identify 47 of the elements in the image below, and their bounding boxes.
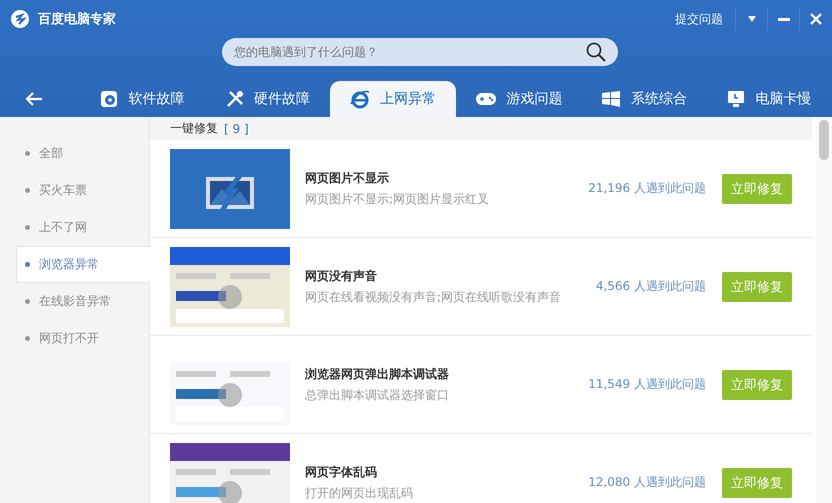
affected-count: 21,196 人遇到此问题	[588, 180, 706, 197]
category-tab[interactable]: 软件故障	[80, 81, 206, 117]
feedback-link[interactable]: 提交问题	[663, 8, 736, 30]
scrollbar[interactable]	[816, 117, 832, 503]
scrollbar-thumb[interactable]	[819, 120, 829, 160]
category-tab[interactable]: 系统综合	[581, 81, 707, 117]
sidebar-item[interactable]: 上不了网	[0, 209, 149, 246]
fix-button[interactable]: 立即修复	[722, 272, 792, 302]
monitor-icon	[727, 90, 746, 108]
close-icon	[810, 13, 822, 25]
sidebar-item[interactable]: 网页打不开	[0, 320, 149, 357]
item-description: 总弹出脚本调试器选择窗口	[305, 386, 450, 404]
back-arrow-icon	[25, 92, 43, 106]
item-description: 网页在线看视频没有声音;网页在线听歌没有声音	[305, 288, 562, 306]
caret-icon	[746, 16, 756, 22]
affected-count: 4,566 人遇到此问题	[596, 278, 706, 295]
category-tab[interactable]: 上网异常	[330, 81, 456, 117]
browser-icon	[350, 89, 370, 109]
sidebar-item[interactable]: 在线影音异常	[0, 283, 149, 320]
item-title: 网页字体乱码	[305, 464, 378, 480]
item-title: 浏览器网页弹出脚本调试器	[305, 366, 450, 382]
affected-count: 11,549 人遇到此问题	[588, 376, 706, 393]
category-tab[interactable]: 硬件故障	[205, 81, 330, 117]
windows-logo-icon	[600, 90, 621, 108]
category-tab[interactable]: 游戏问题	[456, 81, 582, 117]
search-icon	[586, 42, 606, 62]
search-field[interactable]: 您的电脑遇到了什么问题？	[222, 38, 618, 66]
item-count: [ 9 ]	[224, 122, 249, 136]
item-description: 打开的网页出现乱码	[305, 484, 414, 502]
section-title: 一键修复	[170, 120, 218, 137]
sidebar-item[interactable]: 全部	[0, 135, 149, 172]
fix-button[interactable]: 立即修复	[722, 370, 792, 400]
fix-button[interactable]: 立即修复	[722, 174, 792, 204]
fix-button[interactable]: 立即修复	[722, 468, 792, 498]
item-description: 网页图片不显示;网页图片显示红叉	[305, 190, 490, 208]
sidebar-item[interactable]: 浏览器异常	[16, 246, 150, 283]
gamepad-icon	[474, 91, 497, 107]
minimize-icon	[778, 18, 790, 20]
window-title: 百度电脑专家	[38, 10, 116, 28]
tools-icon	[226, 90, 244, 108]
image-icon	[170, 148, 290, 228]
category-tab[interactable]: 电脑卡慢	[706, 81, 832, 117]
affected-count: 12,080 人遇到此问题	[588, 474, 706, 491]
item-title: 网页没有声音	[305, 268, 378, 284]
logo-icon	[10, 9, 30, 29]
sidebar-item[interactable]: 买火车票	[0, 172, 149, 209]
item-title: 网页图片不显示	[305, 170, 390, 186]
